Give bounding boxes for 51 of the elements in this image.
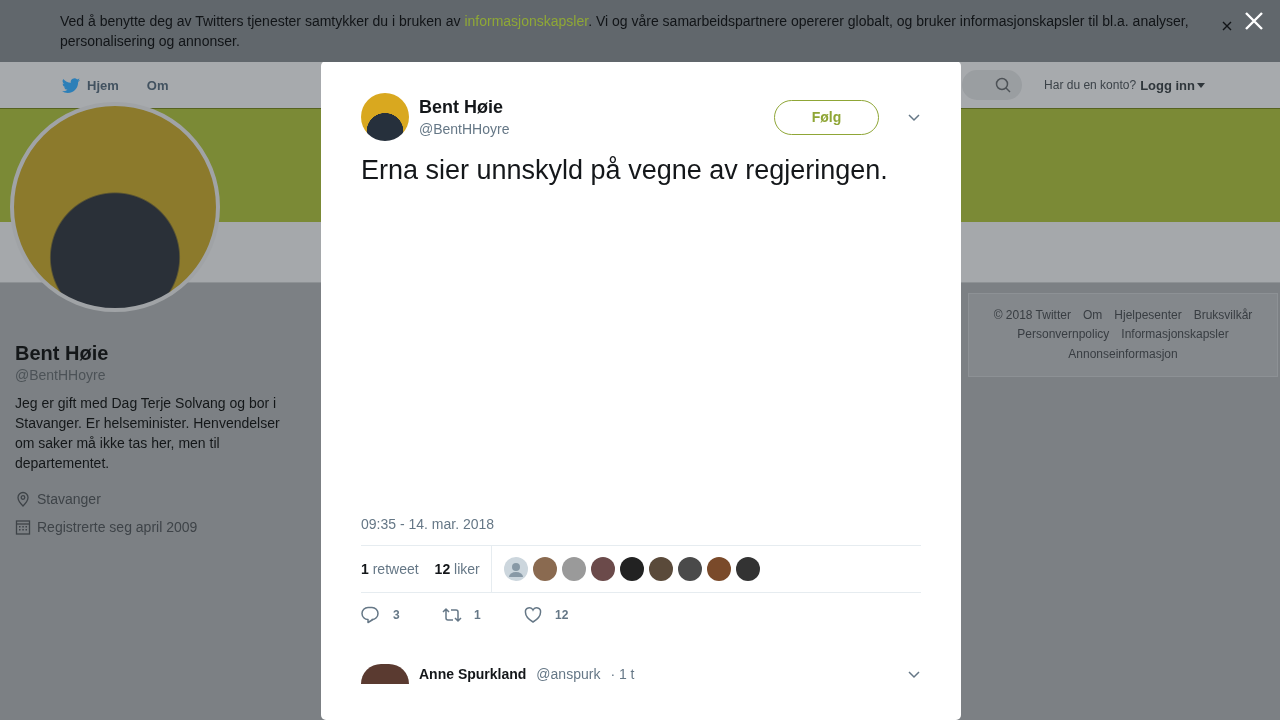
- retweet-action[interactable]: 1: [442, 606, 523, 624]
- tweet-timestamp[interactable]: 09:35 - 14. mar. 2018: [361, 516, 921, 532]
- footer-link[interactable]: Annonseinformasjon: [1068, 346, 1178, 362]
- profile-location: Stavanger: [37, 491, 101, 507]
- footer-link[interactable]: Om: [1082, 308, 1103, 324]
- footer-link[interactable]: Personvernpolicy: [1017, 327, 1110, 343]
- author-handle[interactable]: @BentHHoyre: [419, 121, 764, 137]
- liker-avatar[interactable]: [677, 557, 702, 581]
- action-count: 3: [393, 608, 400, 622]
- profile-name: Bent Høie: [15, 341, 110, 365]
- close-icon[interactable]: [1222, 21, 1232, 31]
- author-avatar[interactable]: [361, 93, 409, 141]
- location-pin-icon: [15, 491, 31, 507]
- liker-avatar[interactable]: [619, 557, 644, 581]
- stat-link[interactable]: 1 retweet: [361, 561, 419, 577]
- reply-author-handle[interactable]: @anspurk: [536, 666, 601, 682]
- tweet-text: Erna sier unnskyld på vegne av regjeringen.: [361, 154, 889, 187]
- avatar-silhouette-icon[interactable]: [503, 557, 528, 581]
- liker-avatar[interactable]: [590, 557, 615, 581]
- heart-icon: [523, 605, 543, 625]
- follow-button[interactable]: Følg: [774, 99, 879, 135]
- footer-link[interactable]: © 2018 Twitter: [993, 308, 1071, 324]
- liker-avatar[interactable]: [706, 557, 731, 581]
- calendar-icon: [15, 519, 31, 535]
- stat-link[interactable]: 12 liker: [434, 561, 480, 577]
- search-field[interactable]: [962, 70, 1023, 100]
- footer-link[interactable]: Bruksvilkår: [1193, 308, 1253, 324]
- profile-bio: Jeg er gift med Dag Terje Solvang og bor i Stavanger. Er helseminister. Henvendelser om saker må ikke tas her, men til departementet.: [15, 394, 281, 473]
- search-icon: [995, 76, 1013, 94]
- nav-link[interactable]: Om: [146, 77, 169, 93]
- reply-author-name[interactable]: Anne Spurkland: [419, 666, 527, 682]
- liker-avatar[interactable]: [735, 557, 760, 581]
- account-prompt: Har du en konto?: [1044, 78, 1137, 92]
- author-name[interactable]: Bent Høie: [419, 97, 764, 118]
- action-count: 12: [555, 608, 569, 622]
- retweet-icon: [442, 606, 462, 624]
- like-action[interactable]: 12: [523, 605, 604, 625]
- reply-action[interactable]: 3: [361, 605, 442, 625]
- profile-joined-date: Registrerte seg april 2009: [37, 519, 198, 535]
- reply-avatar[interactable]: [361, 664, 409, 684]
- caret-icon[interactable]: [1197, 82, 1205, 88]
- action-count: 1: [474, 608, 481, 622]
- bird-icon: [60, 76, 82, 94]
- login-link[interactable]: Logg inn: [1140, 77, 1205, 93]
- speech-bubble-icon: [361, 605, 381, 625]
- cookie-notice-text: Ved å benytte deg av Twitters tjenester samtykker du i bruken av informasjonskapsler. Vi og våre samarbeidspartnere opererer globalt, og bruker informasjonskapsler til bl.a. analyser, personalisering og annonser.: [60, 12, 1190, 51]
- reply-time[interactable]: · 1 t: [610, 666, 635, 682]
- nav-link[interactable]: Hjem: [60, 76, 119, 94]
- footer-link[interactable]: Hjelpesenter: [1114, 308, 1182, 324]
- liker-avatar[interactable]: [648, 557, 673, 581]
- footer-link[interactable]: Informasjonskapsler: [1121, 327, 1229, 343]
